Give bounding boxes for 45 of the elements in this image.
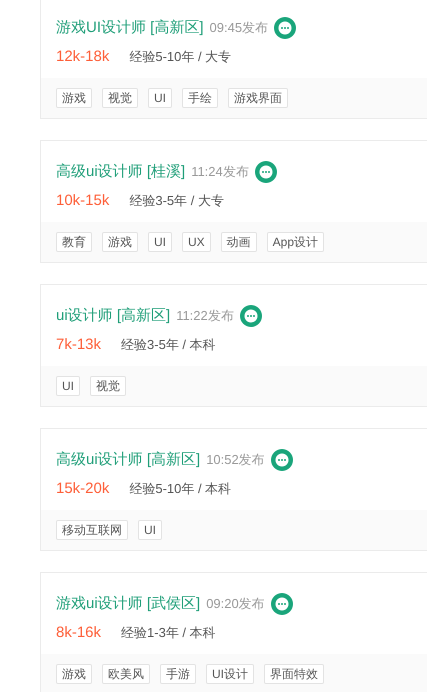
- tag: 视觉: [102, 88, 138, 108]
- publish-time: 09:45发布: [210, 19, 268, 38]
- tag: UI: [138, 520, 162, 540]
- chat-bubble-icon[interactable]: [274, 17, 296, 39]
- job-requirements: 经验1-3年 / 本科: [121, 624, 216, 642]
- tag: 手绘: [182, 88, 218, 108]
- publish-time: 10:52发布: [206, 451, 265, 470]
- job-card[interactable]: 游戏UI设计师 [高新区] 09:45发布 12k-18k 经验5-10年 / 大专 游戏 视觉 UI 手绘 游戏界面: [40, 0, 427, 119]
- job-requirements: 经验3-5年 / 本科: [121, 336, 216, 354]
- salary: 10k-15k: [56, 190, 110, 211]
- job-card[interactable]: 高级ui设计师 [桂溪] 11:24发布 10k-15k 经验3-5年 / 大专 教育 游戏 UI UX 动画 App设计: [40, 140, 427, 263]
- tag: 界面特效: [264, 664, 324, 684]
- salary: 8k-16k: [56, 622, 102, 643]
- publish-time: 11:22发布: [176, 307, 234, 326]
- tag: UI: [148, 232, 172, 252]
- chat-bubble-icon[interactable]: [254, 161, 277, 183]
- tag: 教育: [56, 232, 92, 252]
- job-requirements: 经验3-5年 / 大专: [129, 192, 224, 210]
- job-card[interactable]: ui设计师 [高新区] 11:22发布 7k-13k 经验3-5年 / 本科 UI 视觉: [40, 284, 427, 407]
- salary: 7k-13k: [56, 334, 102, 355]
- salary: 12k-18k: [56, 46, 110, 67]
- tag: UX: [182, 232, 211, 252]
- tag: 游戏界面: [228, 88, 288, 108]
- job-requirements: 经验5-10年 / 本科: [129, 480, 232, 498]
- tag: 动画: [220, 232, 257, 252]
- publish-time: 09:20发布: [206, 595, 265, 614]
- chat-bubble-icon[interactable]: [270, 449, 293, 471]
- tag: 游戏: [102, 232, 138, 252]
- tag: 欧美风: [102, 664, 150, 684]
- tag: App设计: [266, 232, 324, 252]
- tag: 游戏: [56, 664, 92, 684]
- tag: UI设计: [206, 664, 254, 684]
- publish-time: 11:24发布: [191, 163, 249, 182]
- tag: 游戏: [56, 88, 92, 108]
- chat-bubble-icon[interactable]: [240, 305, 262, 327]
- chat-bubble-icon[interactable]: [270, 593, 293, 615]
- tag: 手游: [160, 664, 196, 684]
- job-card[interactable]: 高级ui设计师 [高新区] 10:52发布 15k-20k 经验5-10年 / 本科 移动互联网 UI: [40, 428, 427, 551]
- salary: 15k-20k: [56, 478, 110, 499]
- tag: UI: [56, 376, 80, 396]
- job-requirements: 经验5-10年 / 大专: [129, 48, 232, 66]
- tag: 视觉: [90, 376, 126, 396]
- tag: 移动互联网: [56, 520, 128, 540]
- tag: UI: [148, 88, 172, 108]
- job-card[interactable]: 游戏ui设计师 [武侯区] 09:20发布 8k-16k 经验1-3年 / 本科 游戏 欧美风 手游 UI设计 界面特效: [40, 572, 427, 692]
